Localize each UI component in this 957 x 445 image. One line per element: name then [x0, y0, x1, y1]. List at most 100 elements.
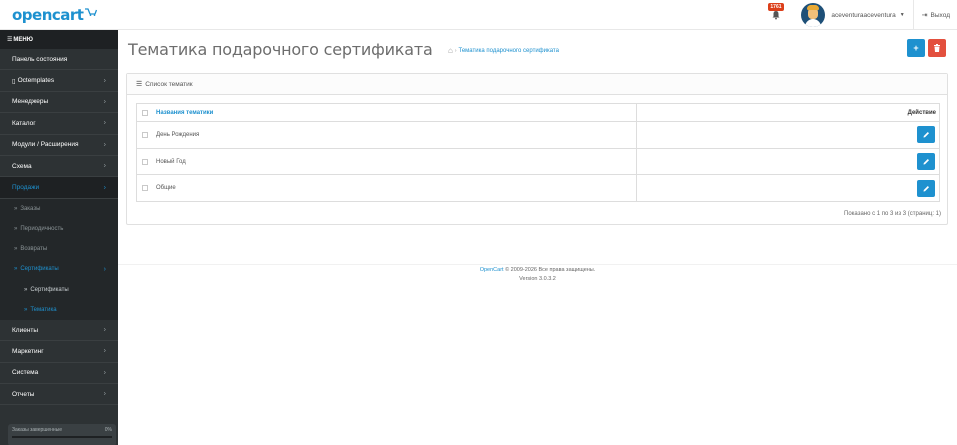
- username-dropdown[interactable]: aceventuraaceventura: [831, 12, 895, 19]
- footer: OpenCart © 2009-2026 Все права защищены.…: [118, 266, 957, 284]
- sidebar-item-label: Модули / Расширения: [12, 141, 79, 149]
- row-checkbox[interactable]: [142, 185, 148, 192]
- sidebar-item-label: Каталог: [12, 119, 36, 127]
- bars-icon: ☰: [7, 37, 13, 43]
- chevron-right-icon: ›: [103, 184, 106, 192]
- sidebar-item-label: Схема: [12, 162, 32, 170]
- sidebar-item-modules[interactable]: Модули / Расширения ›: [0, 135, 118, 156]
- row-checkbox[interactable]: [142, 131, 148, 138]
- double-chevron-icon: »: [14, 266, 18, 273]
- sidebar-item-label: Маркетинг: [12, 347, 44, 355]
- delete-button[interactable]: [928, 39, 946, 57]
- octemplates-icon: ▯: [12, 77, 16, 85]
- pencil-icon: [923, 132, 929, 138]
- sidebar-item-managers[interactable]: Менеджеры ›: [0, 92, 118, 114]
- notifications-button[interactable]: 1761: [761, 0, 791, 30]
- pencil-icon: [923, 185, 929, 192]
- sidebar-subitem-cert-list[interactable]: » Сертификаты: [0, 279, 118, 300]
- sidebar-item-label: Octemplates: [17, 77, 55, 85]
- panel-heading: ☰ Список тематик: [127, 74, 947, 95]
- list-icon: ☰: [136, 81, 143, 88]
- logo-text: opencart: [12, 6, 84, 24]
- edit-button[interactable]: [917, 179, 935, 197]
- panel-title: Список тематик: [145, 80, 193, 88]
- logout-label: Выход: [930, 11, 950, 19]
- sidebar-item-system[interactable]: Система ›: [0, 363, 118, 385]
- sidebar-item-label: Отчеты: [12, 390, 35, 398]
- sidebar-subitem-label: Тематика: [30, 306, 57, 313]
- plus-icon: +: [913, 43, 919, 53]
- sidebar-subitem-label: Сертификаты: [20, 266, 59, 273]
- sign-out-icon: ⇥: [921, 12, 928, 19]
- menu-header[interactable]: ☰ МЕНЮ: [0, 30, 118, 49]
- chevron-right-icon: ›: [103, 77, 106, 85]
- sidebar-subitem-certificates[interactable]: » Сертификаты ›: [0, 259, 118, 280]
- sidebar-item-customers[interactable]: Клиенты ›: [0, 320, 118, 342]
- sidebar-subitem-recurring[interactable]: » Периодичность: [0, 218, 118, 240]
- logout-button[interactable]: ⇥ Выход: [914, 11, 957, 20]
- top-header: opencart 1761 aceventuraaceventura ▼ ⇥ В…: [0, 0, 957, 30]
- sidebar: ☰ МЕНЮ Панель состояния ▯ Octemplates › Ме…: [0, 30, 118, 445]
- chevron-right-icon: ›: [103, 347, 106, 355]
- theme-name-cell: День Рождения: [153, 122, 637, 148]
- edit-button[interactable]: [917, 153, 935, 171]
- sidebar-subitem-orders[interactable]: » Заказы: [0, 198, 118, 219]
- sidebar-item-reports[interactable]: Отчеты ›: [0, 384, 118, 406]
- progress-label: Заказы завершенные: [12, 427, 63, 433]
- chevron-right-icon: ›: [103, 141, 106, 149]
- notification-badge: 1761: [768, 3, 784, 11]
- table-header-row: Названия тематики Действие: [137, 104, 939, 121]
- pencil-icon: [923, 159, 929, 165]
- sidebar-subitem-label: Сертификаты: [30, 286, 69, 293]
- breadcrumb: ⌂ › Тематика подарочного сертификата: [448, 46, 559, 55]
- sidebar-item-catalog[interactable]: Каталог ›: [0, 113, 118, 135]
- sidebar-item-sales[interactable]: Продажи ›: [0, 177, 118, 199]
- sidebar-item-octemplates[interactable]: ▯ Octemplates ›: [0, 70, 118, 92]
- row-checkbox[interactable]: [142, 158, 148, 165]
- chevron-right-icon: ›: [103, 369, 106, 377]
- column-header-action: Действие: [907, 109, 936, 116]
- caret-down-icon[interactable]: ▼: [900, 12, 905, 18]
- breadcrumb-link[interactable]: Тематика подарочного сертификата: [459, 48, 559, 54]
- sidebar-subitem-label: Заказы: [20, 205, 41, 212]
- table-row: День Рождения: [137, 121, 939, 148]
- home-icon[interactable]: ⌂: [448, 46, 453, 55]
- sidebar-item-design[interactable]: Схема ›: [0, 156, 118, 178]
- chevron-right-icon: ›: [103, 98, 106, 106]
- footer-brand-link[interactable]: OpenCart: [480, 267, 504, 273]
- logo[interactable]: opencart: [0, 0, 118, 30]
- sidebar-subitem-label: Периодичность: [20, 226, 64, 233]
- main-content: Тематика подарочного сертификата ⌂ › Тем…: [118, 30, 957, 445]
- footer-copyright: © 2009-2026 Все права защищены.: [505, 267, 596, 273]
- sidebar-subitem-returns[interactable]: » Возвраты: [0, 239, 118, 260]
- theme-name-cell: Новый Год: [153, 148, 637, 175]
- chevron-right-icon: ›: [103, 265, 106, 273]
- sidebar-item-label: Продажи: [12, 184, 40, 192]
- page-title: Тематика подарочного сертификата: [128, 40, 433, 59]
- sidebar-item-label: Система: [12, 369, 39, 377]
- chevron-right-icon: ›: [103, 390, 106, 398]
- double-chevron-icon: »: [14, 246, 18, 253]
- sidebar-item-dashboard[interactable]: Панель состояния: [0, 49, 118, 71]
- add-button[interactable]: +: [907, 39, 925, 57]
- trash-icon: [934, 44, 940, 52]
- bell-icon: [772, 11, 780, 20]
- sidebar-item-marketing[interactable]: Маркетинг ›: [0, 341, 118, 363]
- table-row: Общие: [137, 174, 939, 202]
- chevron-right-icon: ›: [103, 326, 106, 334]
- footer-version: Version 3.0.3.2: [519, 276, 556, 282]
- double-chevron-icon: »: [14, 205, 18, 212]
- sidebar-item-label: Клиенты: [12, 326, 39, 334]
- page-header: Тематика подарочного сертификата ⌂ › Тем…: [118, 30, 957, 63]
- cart-icon: [85, 7, 98, 19]
- sidebar-subitem-themes[interactable]: » Тематика: [0, 299, 118, 320]
- edit-button[interactable]: [917, 126, 935, 144]
- double-chevron-icon: »: [24, 306, 28, 313]
- progress-track: [12, 436, 112, 438]
- select-all-checkbox[interactable]: [142, 109, 148, 116]
- column-header-name[interactable]: Названия тематики: [153, 104, 637, 121]
- sidebar-item-label: Менеджеры: [12, 98, 49, 106]
- chevron-right-icon: ›: [103, 119, 106, 127]
- avatar[interactable]: [801, 3, 826, 27]
- chevron-right-icon: ›: [103, 162, 106, 170]
